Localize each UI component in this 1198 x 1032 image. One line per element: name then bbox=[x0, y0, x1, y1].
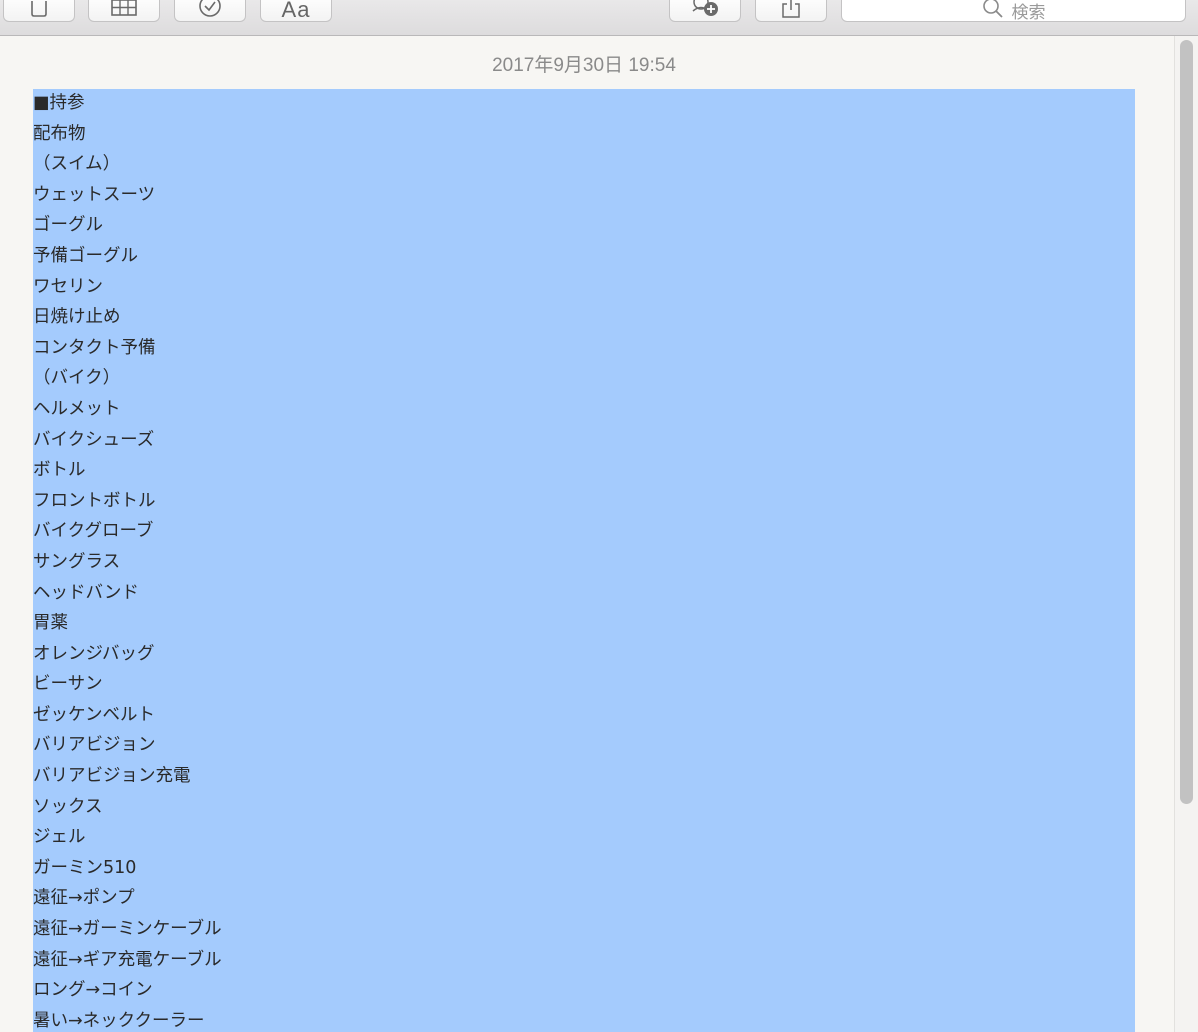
note-editor[interactable]: 2017年9月30日 19:54 ■持参 配布物 （スイム） ウェットスーツ ゴーグル予… bbox=[0, 36, 1174, 1032]
note-line[interactable]: ウェットスーツ bbox=[33, 182, 223, 213]
add-people-button[interactable] bbox=[669, 0, 741, 22]
note-line[interactable]: ロング→コイン bbox=[33, 977, 223, 1008]
note-line[interactable]: バイクシューズ bbox=[33, 427, 223, 458]
search-field[interactable]: 検索 bbox=[841, 0, 1186, 23]
note-line[interactable]: ボトル bbox=[33, 457, 223, 488]
checklist-button[interactable] bbox=[174, 0, 246, 22]
note-line[interactable]: ジェル bbox=[33, 824, 223, 855]
note-line[interactable]: 遠征→ギア充電ケーブル bbox=[33, 947, 223, 978]
table-icon bbox=[111, 0, 137, 17]
toolbar: Aa 検索 bbox=[0, 0, 1198, 36]
note-line[interactable]: （バイク） bbox=[33, 365, 223, 396]
note-line[interactable]: ヘッドバンド bbox=[33, 580, 223, 611]
note-line[interactable]: 予備ゴーグル bbox=[33, 243, 223, 274]
note-line[interactable]: バイクグローブ bbox=[33, 518, 223, 549]
add-person-icon bbox=[688, 0, 722, 20]
note-line[interactable]: 日焼け止め bbox=[33, 304, 223, 335]
note-line[interactable]: 胃薬 bbox=[33, 610, 223, 641]
note-line[interactable]: （スイム） bbox=[33, 151, 223, 182]
note-date: 2017年9月30日 19:54 bbox=[492, 55, 676, 76]
note-line[interactable]: バリアビジョン bbox=[33, 732, 223, 763]
note-line[interactable]: ビーサン bbox=[33, 671, 223, 702]
checkmark-circle-icon bbox=[198, 0, 222, 19]
trash-icon bbox=[29, 0, 49, 17]
share-icon bbox=[780, 0, 802, 19]
note-line[interactable]: オレンジバッグ bbox=[33, 641, 223, 672]
note-line[interactable]: 配布物 bbox=[33, 121, 223, 152]
search-icon bbox=[982, 0, 1004, 23]
delete-note-button[interactable] bbox=[3, 0, 75, 22]
search-placeholder: 検索 bbox=[1011, 3, 1046, 23]
text-format-icon: Aa bbox=[281, 0, 311, 22]
note-line[interactable]: ゴーグル bbox=[33, 212, 223, 243]
note-line[interactable]: 遠征→ポンプ bbox=[33, 885, 223, 916]
note-line[interactable]: バリアビジョン充電 bbox=[33, 763, 223, 794]
note-line[interactable]: フロントボトル bbox=[33, 488, 223, 519]
note-line[interactable]: ■持参 bbox=[33, 90, 223, 121]
share-button[interactable] bbox=[755, 0, 827, 22]
note-line[interactable]: サングラス bbox=[33, 549, 223, 580]
format-button[interactable]: Aa bbox=[260, 0, 332, 22]
note-line[interactable]: 遠征→ガーミンケーブル bbox=[33, 916, 223, 947]
insert-table-button[interactable] bbox=[88, 0, 160, 22]
note-text[interactable]: ■持参 配布物 （スイム） ウェットスーツ ゴーグル 予備ゴーグル ワセリン 日焼け止め コンタ… bbox=[33, 90, 223, 1032]
note-line[interactable]: ソックス bbox=[33, 794, 223, 825]
note-line[interactable]: ワセリン bbox=[33, 274, 223, 305]
note-line[interactable]: ゼッケンベルト bbox=[33, 702, 223, 733]
note-line[interactable]: コンタクト予備 bbox=[33, 335, 223, 366]
note-line[interactable]: ガーミン510 bbox=[33, 855, 223, 886]
note-line[interactable]: 暑い→ネッククーラー bbox=[33, 1008, 223, 1032]
scrollbar-thumb[interactable] bbox=[1180, 40, 1193, 804]
note-line[interactable]: ヘルメット bbox=[33, 396, 223, 427]
